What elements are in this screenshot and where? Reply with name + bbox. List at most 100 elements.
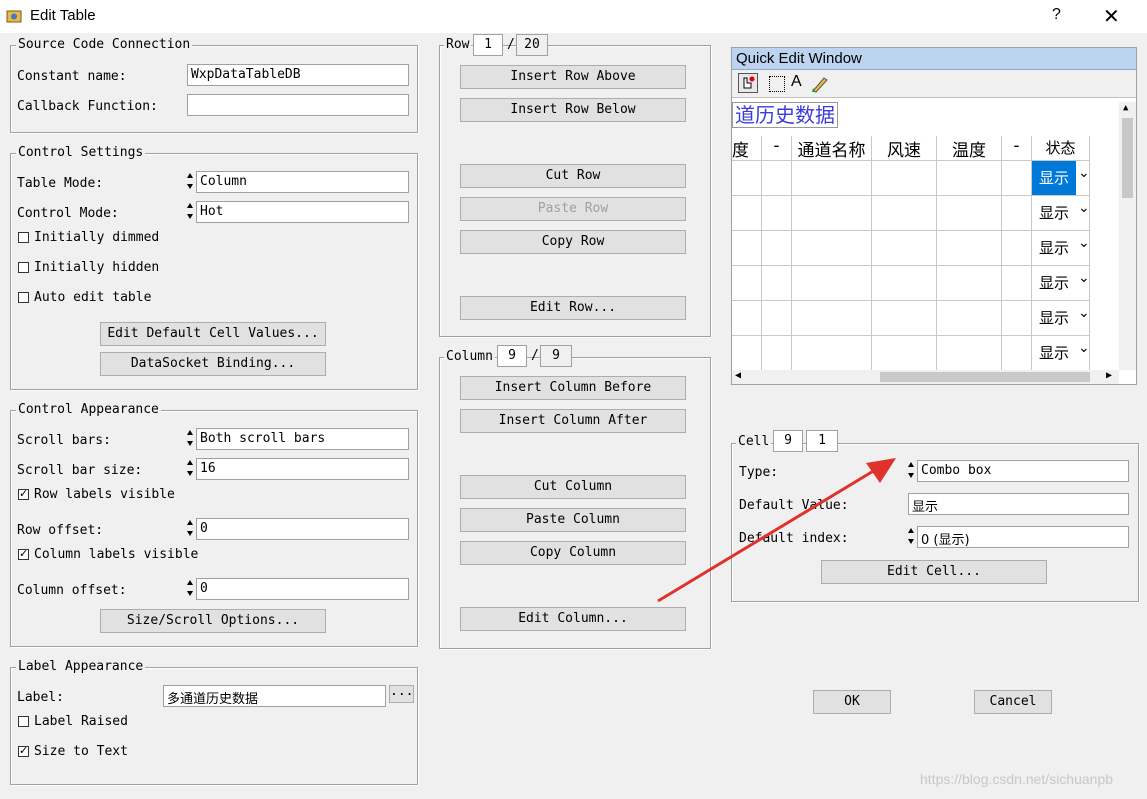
table-cell[interactable] bbox=[792, 196, 872, 231]
scroll-up-icon[interactable]: ▲ bbox=[1123, 103, 1128, 113]
status-combo-cell[interactable]: 显示 ⌄ bbox=[1032, 231, 1090, 266]
help-button[interactable]: ? bbox=[1052, 6, 1061, 24]
table-cell[interactable] bbox=[1002, 301, 1032, 336]
status-combo-cell[interactable]: 显示 ⌄ bbox=[1032, 196, 1090, 231]
combo-dropdown-icon[interactable]: ⌄ bbox=[1078, 340, 1090, 356]
row-offset-value[interactable]: 0 bbox=[196, 518, 409, 540]
close-button[interactable]: ✕ bbox=[1103, 4, 1120, 29]
combo-dropdown-icon[interactable]: ⌄ bbox=[1078, 270, 1090, 286]
default-value-input[interactable]: 显示 bbox=[908, 493, 1129, 515]
table-cell[interactable] bbox=[792, 161, 872, 196]
table-cell[interactable] bbox=[732, 196, 762, 231]
status-combo-cell[interactable]: 显示 ⌄ bbox=[1032, 266, 1090, 301]
table-cell[interactable] bbox=[937, 336, 1002, 371]
table-cell[interactable] bbox=[937, 161, 1002, 196]
datasocket-binding-button[interactable]: DataSocket Binding... bbox=[100, 352, 326, 376]
constant-name-input[interactable]: WxpDataTableDB bbox=[187, 64, 409, 86]
table-cell[interactable] bbox=[937, 196, 1002, 231]
size-to-text-checkbox[interactable] bbox=[18, 744, 29, 757]
combo-dropdown-icon[interactable]: ⌄ bbox=[1078, 165, 1090, 181]
auto-edit-table-checkbox[interactable] bbox=[18, 292, 29, 303]
table-cell[interactable] bbox=[872, 336, 937, 371]
horizontal-scroll-thumb[interactable] bbox=[880, 372, 1090, 382]
column-offset-value[interactable]: 0 bbox=[196, 578, 409, 600]
row-current[interactable]: 1 bbox=[473, 34, 503, 56]
label-ellipsis-button[interactable]: ... bbox=[389, 685, 414, 703]
row-offset-spinner[interactable] bbox=[187, 518, 195, 540]
select-tool-icon[interactable] bbox=[769, 76, 785, 92]
column-offset-spinner[interactable] bbox=[187, 578, 195, 600]
default-index-value[interactable]: 0 (显示) bbox=[917, 526, 1129, 548]
label-input[interactable]: 多通道历史数据 bbox=[163, 685, 386, 707]
table-cell[interactable] bbox=[937, 231, 1002, 266]
table-cell[interactable] bbox=[937, 301, 1002, 336]
cell-row[interactable]: 1 bbox=[806, 430, 838, 452]
table-cell[interactable] bbox=[762, 196, 792, 231]
cut-row-button[interactable]: Cut Row bbox=[460, 164, 686, 188]
table-cell[interactable] bbox=[792, 231, 872, 266]
table-cell[interactable] bbox=[762, 336, 792, 371]
status-combo-cell[interactable]: 显示 ⌄ bbox=[1032, 161, 1090, 196]
table-cell[interactable] bbox=[732, 161, 762, 196]
table-cell[interactable] bbox=[792, 266, 872, 301]
edit-row-button[interactable]: Edit Row... bbox=[460, 296, 686, 320]
operate-tool-icon[interactable] bbox=[738, 73, 758, 93]
callback-function-input[interactable] bbox=[187, 94, 409, 116]
cell-type-value[interactable]: Combo box bbox=[917, 460, 1129, 482]
status-combo-cell[interactable]: 显示 ⌄ bbox=[1032, 336, 1090, 371]
scroll-left-icon[interactable]: ◀ bbox=[735, 370, 741, 381]
combo-dropdown-icon[interactable]: ⌄ bbox=[1078, 200, 1090, 216]
table-mode-value[interactable]: Column bbox=[196, 171, 409, 193]
column-labels-visible-checkbox[interactable] bbox=[18, 547, 29, 560]
vertical-scroll-thumb[interactable] bbox=[1122, 118, 1133, 198]
table-cell[interactable] bbox=[762, 266, 792, 301]
cell-column[interactable]: 9 bbox=[773, 430, 803, 452]
cancel-button[interactable]: Cancel bbox=[974, 690, 1052, 714]
table-cell[interactable] bbox=[872, 266, 937, 301]
table-cell[interactable] bbox=[872, 161, 937, 196]
table-cell[interactable] bbox=[1002, 231, 1032, 266]
table-cell[interactable] bbox=[872, 301, 937, 336]
scroll-bar-size-value[interactable]: 16 bbox=[196, 458, 409, 480]
table-cell[interactable] bbox=[872, 231, 937, 266]
color-tool-icon[interactable] bbox=[810, 74, 830, 94]
vertical-scrollbar[interactable]: ▲ bbox=[1119, 102, 1136, 370]
scroll-bar-size-spinner[interactable] bbox=[187, 458, 195, 480]
ok-button[interactable]: OK bbox=[813, 690, 891, 714]
insert-row-above-button[interactable]: Insert Row Above bbox=[460, 65, 686, 89]
scroll-bars-value[interactable]: Both scroll bars bbox=[196, 428, 409, 450]
insert-row-below-button[interactable]: Insert Row Below bbox=[460, 98, 686, 122]
status-combo-cell[interactable]: 显示 ⌄ bbox=[1032, 301, 1090, 336]
label-raised-checkbox[interactable] bbox=[18, 716, 29, 727]
table-cell[interactable] bbox=[762, 161, 792, 196]
control-mode-value[interactable]: Hot bbox=[196, 201, 409, 223]
scroll-bars-spinner[interactable] bbox=[187, 428, 195, 450]
cell-type-spinner[interactable] bbox=[908, 460, 916, 482]
table-cell[interactable] bbox=[1002, 196, 1032, 231]
table-cell[interactable] bbox=[872, 196, 937, 231]
table-cell[interactable] bbox=[1002, 336, 1032, 371]
size-scroll-options-button[interactable]: Size/Scroll Options... bbox=[100, 609, 326, 633]
table-cell[interactable] bbox=[762, 301, 792, 336]
initially-dimmed-checkbox[interactable] bbox=[18, 232, 29, 243]
row-labels-visible-checkbox[interactable] bbox=[18, 487, 29, 500]
table-cell[interactable] bbox=[732, 301, 762, 336]
edit-column-button[interactable]: Edit Column... bbox=[460, 607, 686, 631]
table-cell[interactable] bbox=[762, 231, 792, 266]
default-index-spinner[interactable] bbox=[908, 526, 916, 548]
table-cell[interactable] bbox=[732, 231, 762, 266]
control-mode-spinner[interactable] bbox=[187, 201, 195, 223]
table-mode-spinner[interactable] bbox=[187, 171, 195, 193]
initially-hidden-checkbox[interactable] bbox=[18, 262, 29, 273]
table-cell[interactable] bbox=[732, 336, 762, 371]
column-current[interactable]: 9 bbox=[497, 345, 527, 367]
combo-dropdown-icon[interactable]: ⌄ bbox=[1078, 305, 1090, 321]
table-cell[interactable] bbox=[792, 301, 872, 336]
scroll-right-icon[interactable]: ▶ bbox=[1106, 370, 1112, 381]
table-cell[interactable] bbox=[792, 336, 872, 371]
horizontal-scrollbar[interactable]: ◀ ▶ bbox=[732, 370, 1119, 384]
insert-column-after-button[interactable]: Insert Column After bbox=[460, 409, 686, 433]
table-cell[interactable] bbox=[1002, 161, 1032, 196]
table-cell[interactable] bbox=[937, 266, 1002, 301]
insert-column-before-button[interactable]: Insert Column Before bbox=[460, 376, 686, 400]
